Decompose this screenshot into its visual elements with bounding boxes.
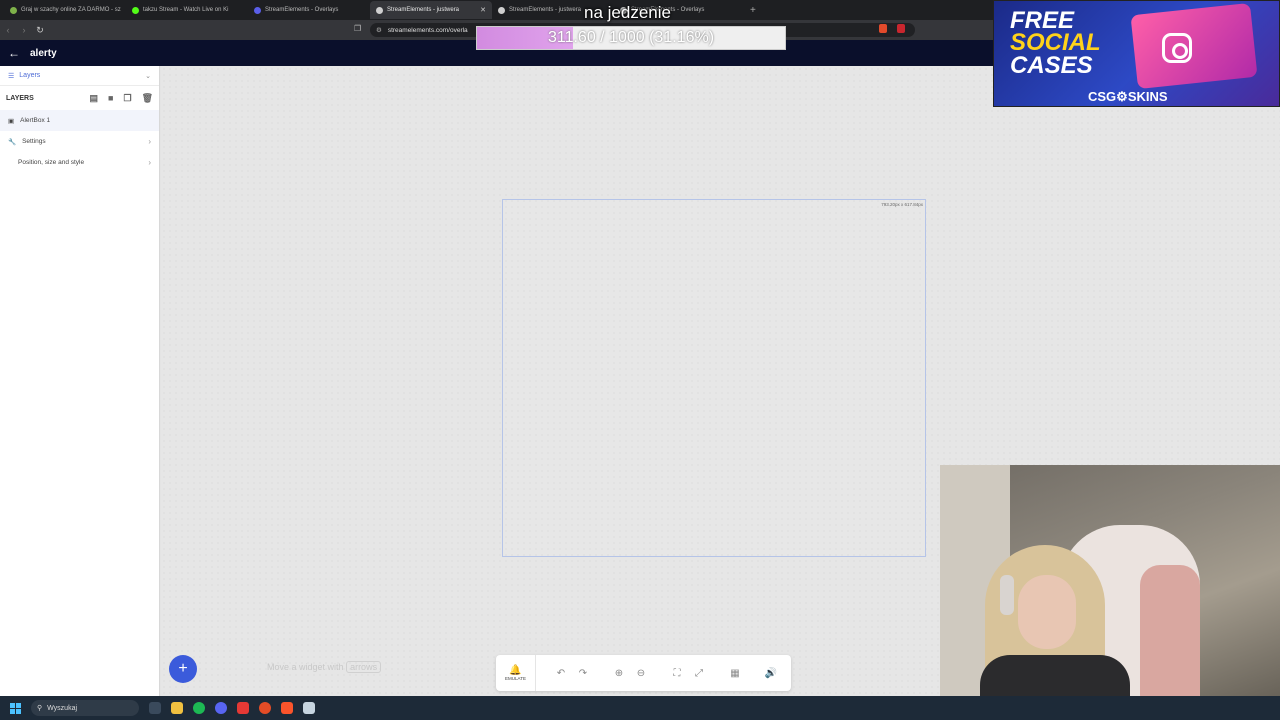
- tab-title: StreamElements - justwera: [509, 7, 582, 13]
- bookmark-icon[interactable]: ❐: [354, 24, 361, 33]
- chevron-right-icon: ›: [148, 158, 151, 167]
- gift-box-graphic: [1130, 2, 1258, 90]
- back-arrow-icon[interactable]: ‹: [0, 25, 16, 35]
- headphones: [1000, 575, 1014, 615]
- browser-tab[interactable]: Graj w szachy online ZA DARMO - sz: [4, 1, 126, 19]
- ad-brand: CSG⚙SKINS: [1088, 89, 1168, 104]
- tab-title: StreamElements - justwera: [387, 7, 460, 13]
- position-size-style-row[interactable]: Position, size and style ›: [0, 152, 159, 173]
- redo-icon[interactable]: ↷: [572, 668, 594, 679]
- favicon-icon: [376, 6, 383, 14]
- app-icon[interactable]: [237, 702, 249, 714]
- folder-icon[interactable]: ■: [108, 93, 113, 104]
- tab-title: Graj w szachy online ZA DARMO - sz: [21, 7, 121, 13]
- chevron-down-icon[interactable]: ⌄: [145, 72, 151, 80]
- undo-icon[interactable]: ↶: [550, 668, 572, 679]
- gaming-chair-accent: [1140, 565, 1200, 715]
- layers-heading-row: LAYERS ▤ ■ ❐ 🗑: [0, 86, 159, 110]
- tab-title: takzu Stream - Watch Live on Ki: [143, 7, 229, 13]
- layers-sidebar: ☰ Layers ⌄ LAYERS ▤ ■ ❐ 🗑 ▣ AlertBox 1 🔧…: [0, 66, 160, 696]
- favicon-icon: [10, 6, 17, 14]
- zoom-in-icon[interactable]: ⊕: [608, 668, 630, 679]
- url-text: streamelements.com/overla: [387, 26, 468, 34]
- layers-menu-icon: ☰: [8, 72, 15, 80]
- taskbar-search-label: Wyszukaj: [47, 704, 78, 712]
- goal-title: na jedzenie: [584, 3, 671, 22]
- back-arrow-icon[interactable]: ←: [8, 46, 20, 60]
- brave-icon[interactable]: [281, 702, 293, 714]
- spotify-icon[interactable]: [193, 702, 205, 714]
- windows-start-icon[interactable]: [10, 702, 21, 714]
- settings-label: Settings: [22, 138, 46, 145]
- chevron-right-icon: ›: [148, 137, 151, 146]
- emulate-button[interactable]: 🔔 EMULATE: [496, 655, 536, 691]
- add-layer-icon[interactable]: ▤: [90, 93, 99, 104]
- alertbox-icon: ▣: [8, 117, 15, 125]
- extension-icon[interactable]: [897, 24, 905, 33]
- settings-row[interactable]: 🔧 Settings ›: [0, 131, 159, 152]
- wrench-icon: 🔧: [8, 138, 17, 146]
- grid-icon[interactable]: ▦: [724, 668, 746, 679]
- extension-icon[interactable]: [879, 24, 887, 33]
- favicon-icon: [132, 6, 139, 14]
- canvas-toolbar: 🔔 EMULATE ↶ ↷ ⊕ ⊖ ⛶ ⤢ ▦ 🔊: [496, 655, 791, 691]
- file-explorer-icon[interactable]: [171, 702, 183, 714]
- browser-tab[interactable]: StreamElements - Overlays: [248, 1, 370, 19]
- widget-dimensions: 793.20px x 617.84px: [881, 202, 923, 207]
- zoom-out-icon[interactable]: ⊖: [630, 668, 652, 679]
- new-tab-button[interactable]: +: [750, 5, 756, 16]
- layers-section-header[interactable]: ☰ Layers ⌄: [0, 66, 159, 86]
- duplicate-icon[interactable]: ❐: [123, 93, 131, 104]
- goal-progress-bar: 311.60 / 1000 (31.16%): [476, 26, 786, 50]
- layer-item-alertbox[interactable]: ▣ AlertBox 1: [0, 110, 159, 131]
- browser-tab[interactable]: takzu Stream - Watch Live on Ki: [126, 1, 248, 19]
- streamer-face: [1018, 575, 1076, 649]
- steam-icon[interactable]: [303, 702, 315, 714]
- favicon-icon: [498, 6, 505, 14]
- alertbox-widget[interactable]: 793.20px x 617.84px: [502, 199, 926, 557]
- windows-taskbar: ⚲ Wyszukaj: [0, 696, 1280, 720]
- layers-heading: LAYERS: [6, 94, 34, 102]
- discord-icon[interactable]: [215, 702, 227, 714]
- webcam-feed: [940, 465, 1280, 720]
- bell-icon: 🔔: [509, 665, 522, 676]
- favicon-icon: [254, 6, 261, 14]
- volume-icon[interactable]: 🔊: [760, 668, 782, 679]
- task-view-icon[interactable]: [149, 702, 161, 714]
- sponsor-banner: FREE SOCIAL CASES CSG⚙SKINS: [993, 0, 1280, 107]
- tab-title: StreamElements - Overlays: [265, 7, 339, 13]
- search-icon: ⚲: [37, 705, 43, 712]
- close-tab-icon[interactable]: ✕: [480, 6, 486, 14]
- hint-key: arrows: [346, 661, 382, 673]
- site-info-icon[interactable]: ⚙: [376, 26, 382, 34]
- emulate-label: EMULATE: [505, 676, 526, 681]
- taskbar-search[interactable]: ⚲ Wyszukaj: [31, 700, 139, 716]
- opera-icon[interactable]: [259, 702, 271, 714]
- reload-icon[interactable]: ↻: [32, 25, 48, 36]
- forward-arrow-icon[interactable]: ›: [16, 25, 32, 35]
- ad-line-3: CASES: [1010, 52, 1093, 79]
- browser-tab-active[interactable]: StreamElements - justwera ✕: [370, 1, 492, 19]
- position-size-style-label: Position, size and style: [18, 159, 85, 166]
- fullscreen-icon[interactable]: ⛶: [666, 668, 688, 679]
- trash-icon[interactable]: 🗑: [142, 93, 153, 104]
- goal-progress-text: 311.60 / 1000 (31.16%): [547, 29, 715, 46]
- hint-text: Move a widget with: [267, 662, 344, 672]
- keyboard-hint: Move a widget with arrows: [267, 661, 382, 673]
- overlay-title: alerty: [30, 47, 57, 59]
- layer-item-label: AlertBox 1: [20, 117, 51, 124]
- add-widget-button[interactable]: +: [169, 655, 197, 683]
- fit-screen-icon[interactable]: ⤢: [688, 668, 710, 679]
- layers-section-label: Layers: [19, 72, 41, 79]
- instagram-icon: [1162, 33, 1192, 63]
